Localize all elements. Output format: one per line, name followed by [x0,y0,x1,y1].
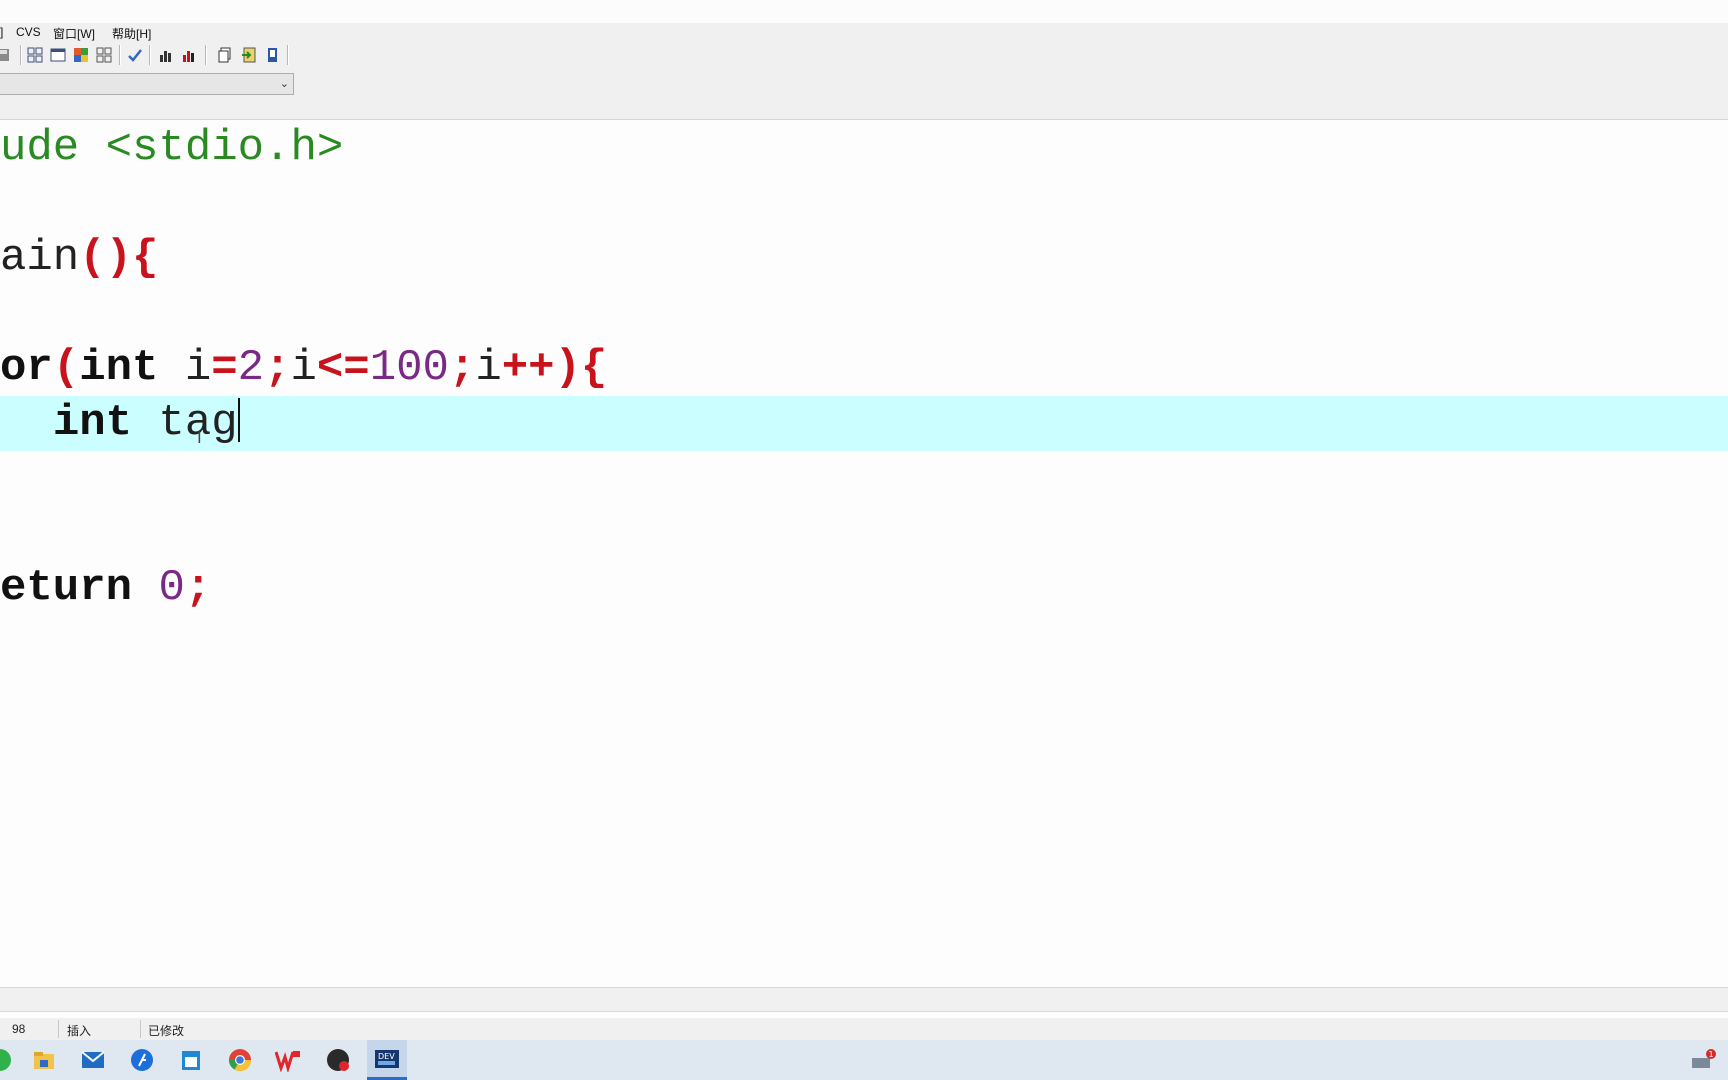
wps-icon[interactable] [274,1046,302,1074]
code-line-include: ude <stdio.h> [0,121,1728,176]
code-line-return: eturn 0; [0,561,1728,616]
status-bar: 98 插入 已修改 [0,1018,1728,1040]
toolbar-separator [20,45,22,65]
brace-symbols: (){ [79,233,159,283]
arrange-icon[interactable] [95,46,113,64]
code-line-main: ain(){ [0,231,1728,286]
operator-le: <= [316,343,370,393]
keyword-int: int [79,343,159,393]
status-separator [140,1020,141,1038]
identifier-i: i [290,343,317,393]
tray-notification-icon[interactable]: 1 [1692,1048,1718,1072]
code-line-for: or(int i=2;i<=100;i++){ [0,341,1728,396]
toolbar [0,41,1728,69]
profile-icon[interactable] [180,46,198,64]
menu-item-help[interactable]: 帮助[H] [112,25,151,42]
copy-icon[interactable] [216,46,234,64]
toolbar-separator [205,45,207,65]
keyword-int: int [52,398,133,448]
keyword-return: eturn [0,563,133,613]
devcpp-icon[interactable]: DEV [367,1040,407,1080]
chrome-icon[interactable] [226,1046,254,1074]
menu-item-window[interactable]: 窗口[W] [53,25,95,42]
identifier-i: i [158,343,212,393]
taskbar: DEV 1 [0,1040,1728,1080]
semicolon: ; [264,343,291,393]
save-all-icon[interactable] [0,46,12,64]
identifier-main: ain [0,233,80,283]
toolbar-separator [149,45,151,65]
code-line-current: int tag [0,396,1728,451]
check-icon[interactable] [126,46,144,64]
function-select[interactable]: ⌄ [0,73,294,95]
window-title-strip [0,0,1728,24]
identifier-tag: tag [132,398,238,448]
tile-icon[interactable] [26,46,44,64]
menu-bar: ] CVS 窗口[W] 帮助[H] [0,23,1728,41]
toolbar-separator [287,45,289,65]
semicolon: ; [184,563,212,613]
paren-open: ( [52,343,80,393]
number-literal: 100 [369,343,449,393]
semicolon: ; [448,343,476,393]
operator-assign: = [211,343,238,393]
calendar-icon[interactable] [177,1046,205,1074]
text-caret [237,398,240,442]
chart-icon[interactable] [157,46,175,64]
insert-icon[interactable] [240,46,258,64]
status-modified: 已修改 [148,1024,185,1038]
ibeam-cursor-icon: I [197,428,202,447]
svg-text:DEV: DEV [378,1052,395,1061]
cascade-icon[interactable] [72,46,90,64]
preprocessor-text: ude <stdio.h> [0,123,344,173]
increment-brace: ++){ [501,343,608,393]
code-editor[interactable]: ude <stdio.h> ain(){ or(int i=2;i<=100;i… [0,120,1728,987]
bookmark-icon[interactable] [263,46,281,64]
horizontal-scrollbar[interactable] [0,987,1728,1012]
identifier-i: i [475,343,502,393]
status-position: 98 [12,1022,26,1036]
number-literal: 2 [237,343,265,393]
status-separator [58,1020,59,1038]
obs-icon[interactable] [324,1046,352,1074]
feishu-icon[interactable] [128,1046,156,1074]
status-insert-mode: 插入 [67,1024,92,1038]
class-browser-bar: ⌄ [0,69,1728,120]
menu-item-cvs[interactable]: CVS [16,25,41,39]
chevron-down-icon[interactable]: ⌄ [280,77,289,90]
window-icon[interactable] [49,46,67,64]
toolbar-separator [119,45,121,65]
number-literal: 0 [158,563,185,613]
keyword-for: or [0,343,53,393]
menu-item-partial[interactable]: ] [0,25,3,39]
wechat-icon[interactable] [0,1046,14,1074]
tray-badge-count: 1 [1709,1050,1714,1059]
file-explorer-icon[interactable] [30,1046,58,1074]
mail-icon[interactable] [79,1046,107,1074]
